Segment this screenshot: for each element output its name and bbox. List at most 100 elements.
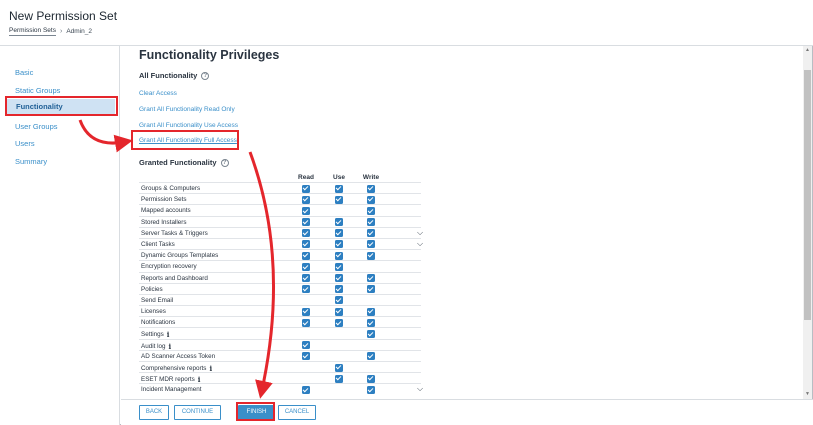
use-checkbox[interactable] [335,318,343,327]
write-checkbox[interactable] [367,329,375,338]
table-row: Dynamic Groups Templates [139,249,421,260]
table-row: Notifications [139,316,421,327]
row-label: Stored Installers [141,219,187,226]
sidebar-item-users[interactable]: Users [15,139,35,148]
section-title: Functionality Privileges [139,48,280,62]
granted-functionality-label: Granted Functionality [139,158,217,167]
row-label-text: Policies [141,285,163,293]
write-checkbox[interactable] [367,318,375,327]
use-checkbox[interactable] [335,374,343,383]
read-checkbox[interactable] [302,285,310,294]
write-checkbox[interactable] [367,285,375,294]
sidebar-item-basic[interactable]: Basic [15,68,33,77]
column-header-use: Use [333,174,345,181]
write-checkbox[interactable] [367,307,375,316]
row-label-text: Client Tasks [141,240,175,248]
table-row: Stored Installers [139,215,421,227]
row-label-text: Server Tasks & Triggers [141,229,208,237]
table-row: Send Email [139,293,421,305]
table-row: AD Scanner Access Token [139,349,421,361]
breadcrumb-current: Admin_2 [66,28,92,35]
write-checkbox[interactable] [367,195,375,204]
row-label: Groups & Computers [141,185,200,192]
row-label: Client Tasks [141,241,175,248]
back-button[interactable]: BACK [139,405,169,420]
use-checkbox[interactable] [335,240,343,249]
chevron-down-icon[interactable]: ⌵ [417,228,423,238]
row-label: Dynamic Groups Templates [141,252,218,259]
grant-read-only-link[interactable]: Grant All Functionality Read Only [139,106,235,113]
row-label-text: Settings [141,331,164,339]
write-checkbox[interactable] [367,385,375,394]
sidebar-item-summary[interactable]: Summary [15,157,47,166]
write-checkbox[interactable] [367,206,375,215]
write-checkbox[interactable] [367,229,375,238]
help-circle-icon[interactable]: ? [220,158,229,167]
row-label: Permission Sets [141,196,187,203]
read-checkbox[interactable] [302,274,310,282]
all-functionality-label: All Functionality [139,71,198,80]
use-checkbox[interactable] [335,195,343,204]
use-checkbox[interactable] [335,229,343,238]
read-checkbox[interactable] [302,184,310,193]
write-checkbox[interactable] [367,352,375,361]
read-checkbox[interactable] [302,307,310,316]
read-checkbox[interactable] [302,385,310,394]
scroll-up-icon[interactable]: ▲ [803,46,812,55]
use-checkbox[interactable] [335,296,343,305]
column-header-write: Write [362,174,380,181]
granted-functionality-heading: Granted Functionality ? [139,158,229,167]
use-checkbox[interactable] [335,285,343,294]
read-checkbox[interactable] [302,218,310,227]
read-checkbox[interactable] [302,251,310,260]
row-label: Notifications [141,319,175,326]
table-row: Groups & Computers [139,182,421,193]
cancel-button[interactable]: CANCEL [278,405,316,420]
clear-access-link[interactable]: Clear Access [139,90,177,97]
write-checkbox[interactable] [367,218,375,227]
read-checkbox[interactable] [302,318,310,327]
sidebar-item-static-groups[interactable]: Static Groups [15,86,60,95]
read-checkbox[interactable] [302,229,310,238]
row-label-text: Send Email [141,296,174,304]
use-checkbox[interactable] [335,274,343,282]
table-row: Audit log i [139,338,421,351]
help-circle-icon[interactable]: ? [201,71,210,80]
continue-button[interactable]: CONTINUE [174,405,221,420]
read-checkbox[interactable] [302,352,310,361]
chevron-down-icon[interactable]: ⌵ [417,239,423,249]
scroll-down-icon[interactable]: ▼ [803,390,812,399]
row-label-text: Comprehensive reports [141,365,207,372]
read-checkbox[interactable] [302,341,310,350]
page-header: New Permission Set Permission Sets › Adm… [0,0,813,46]
row-label-text: Incident Management [141,386,202,394]
read-checkbox[interactable] [302,206,310,215]
use-checkbox[interactable] [335,251,343,260]
use-checkbox[interactable] [335,363,343,372]
row-label-text: Groups & Computers [141,185,201,192]
write-checkbox[interactable] [367,374,375,383]
table-row: Permission Sets [139,193,421,204]
breadcrumb-parent-link[interactable]: Permission Sets [9,27,56,36]
use-checkbox[interactable] [335,262,343,271]
write-checkbox[interactable] [367,240,375,249]
vertical-scrollbar[interactable]: ▲ ▼ [803,46,812,399]
use-checkbox[interactable] [335,218,343,227]
use-checkbox[interactable] [335,307,343,316]
row-label-text: Mapped accounts [141,207,191,215]
row-label: AD Scanner Access Token [141,353,215,360]
write-checkbox[interactable] [367,274,375,282]
column-header-read: Read [298,174,314,181]
write-checkbox[interactable] [367,184,375,193]
scrollbar-thumb[interactable] [804,70,811,320]
table-row: Comprehensive reports i [139,361,421,373]
chevron-down-icon[interactable]: ⌵ [417,384,423,394]
read-checkbox[interactable] [302,240,310,249]
write-checkbox[interactable] [367,251,375,260]
read-checkbox[interactable] [302,262,310,271]
sidebar-item-user-groups[interactable]: User Groups [15,122,58,131]
row-label: Policies [141,286,163,293]
read-checkbox[interactable] [302,195,310,204]
use-checkbox[interactable] [335,184,343,193]
grant-use-access-link[interactable]: Grant All Functionality Use Access [139,122,238,129]
